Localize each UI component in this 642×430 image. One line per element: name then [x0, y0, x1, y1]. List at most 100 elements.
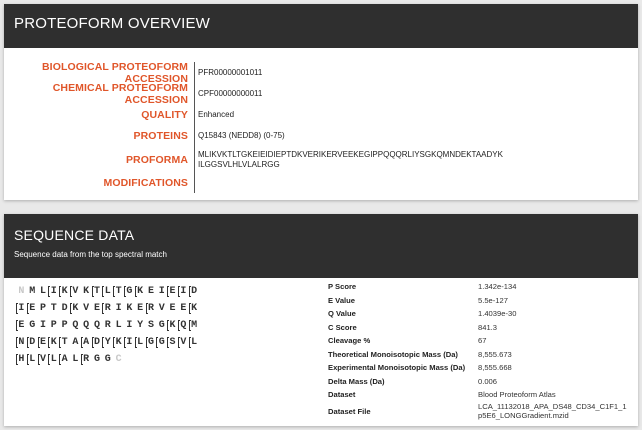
- spectral-match-stats: P Score 1.342e-134 E Value 5.5e-127 Q Value 1…: [328, 280, 628, 421]
- residue: S: [167, 335, 178, 352]
- residue: P: [61, 320, 68, 331]
- residue: I: [48, 284, 59, 301]
- residue: G: [158, 320, 165, 331]
- overview-row-quality: QUALITY Enhanced: [4, 104, 638, 126]
- residue: I: [126, 320, 133, 331]
- residue: K: [167, 318, 178, 335]
- modifications-label: MODIFICATIONS: [103, 177, 188, 189]
- sequence-residue-map: NMLIKVKTLTGKEIEIDIEPTDKVERIKERVEEKEGIPPQ…: [16, 284, 316, 369]
- stat-label: C Score: [328, 322, 357, 332]
- proteoform-overview-card: PROTEOFORM OVERVIEW BIOLOGICAL PROTEOFOR…: [4, 4, 638, 200]
- residue: V: [158, 303, 165, 314]
- residue: E: [180, 303, 187, 314]
- residue: L: [102, 284, 113, 301]
- residue: G: [156, 335, 167, 352]
- residue: E: [169, 303, 176, 314]
- proforma-label: PROFORMA: [125, 153, 188, 166]
- bio-accession-value: PFR00000001011: [194, 62, 638, 84]
- residue: R: [145, 301, 157, 318]
- residue: E: [167, 284, 178, 301]
- stat-row: Dataset Blood Proteoform Atlas: [328, 388, 628, 402]
- sequence-title: SEQUENCE DATA: [14, 227, 135, 243]
- residue: G: [104, 354, 111, 365]
- stat-row: Q Value 1.4039e-30: [328, 307, 628, 321]
- residue: Q: [83, 320, 90, 331]
- residue: G: [123, 284, 135, 301]
- stat-value: LCA_11132018_APA_DS48_CD34_C1F1_1 p5E6_L…: [478, 401, 627, 421]
- residue: G: [145, 335, 157, 352]
- residue: P: [50, 320, 57, 331]
- residue: D: [91, 335, 103, 352]
- residue: I: [39, 320, 46, 331]
- residue: L: [115, 320, 122, 331]
- stat-row: Theoretical Monoisotopic Mass (Da) 8,555.…: [328, 348, 628, 362]
- residue: M: [188, 318, 200, 335]
- overview-table: BIOLOGICAL PROTEOFORM ACCESSION PFR00000…: [4, 61, 638, 193]
- sequence-row: NMLIKVKTLTGKEIEID: [16, 284, 316, 301]
- overview-row-modifications: MODIFICATIONS: [4, 173, 638, 193]
- proteins-label: PROTEINS: [133, 130, 188, 142]
- residue: G: [29, 320, 36, 331]
- stat-value: 8,555.673: [478, 349, 512, 359]
- stat-label: Experimental Monoisotopic Mass (Da): [328, 363, 466, 373]
- residue: H: [16, 352, 27, 369]
- residue: C: [115, 354, 122, 365]
- residue: E: [37, 335, 49, 352]
- residue: E: [137, 303, 144, 314]
- residue: K: [113, 335, 124, 352]
- residue: P: [39, 303, 46, 314]
- residue: R: [104, 320, 111, 331]
- proteins-value: Q15843 (NEDD8) (0-75): [194, 126, 638, 146]
- stat-label: P Score: [328, 282, 357, 292]
- sequence-row: HLVLALRGGC: [16, 352, 316, 369]
- stat-label: Dataset: [328, 390, 356, 400]
- residue: K: [59, 284, 70, 301]
- residue: E: [147, 286, 154, 297]
- stat-value: 8,555.668: [478, 363, 512, 372]
- residue: Y: [102, 335, 113, 352]
- stat-label: E Value: [328, 295, 356, 305]
- overview-header: PROTEOFORM OVERVIEW: [4, 4, 638, 48]
- residue: R: [80, 352, 92, 369]
- residue: D: [188, 284, 200, 301]
- overview-row-proforma: PROFORMA MLIKVKTLTGKEIEIDIEPTDKVERIKERVE…: [4, 146, 638, 173]
- stat-row: Cleavage % 67: [328, 334, 628, 348]
- stat-label: Cleavage %: [328, 336, 371, 346]
- sequence-row: NDEKTAADYKILGGSVL: [16, 335, 316, 352]
- residue: R: [102, 301, 113, 318]
- stat-row: Dataset File LCA_11132018_APA_DS48_CD34_C…: [328, 402, 628, 421]
- sequence-row: IEPTDKVERIKERVEEK: [16, 301, 316, 318]
- residue: T: [113, 284, 124, 301]
- residue: N: [16, 335, 27, 352]
- residue: N: [18, 286, 25, 297]
- stat-value: 1.4039e-30: [478, 309, 517, 318]
- stat-row: C Score 841.3: [328, 321, 628, 335]
- residue: T: [59, 335, 70, 352]
- residue: K: [48, 335, 59, 352]
- residue: L: [39, 286, 46, 297]
- quality-value: Enhanced: [194, 104, 638, 126]
- stat-row: Delta Mass (Da) 0.006: [328, 375, 628, 389]
- overview-title: PROTEOFORM OVERVIEW: [14, 15, 211, 32]
- residue: E: [93, 303, 100, 314]
- residue: A: [80, 335, 92, 352]
- residue: Y: [137, 320, 144, 331]
- residue: K: [188, 301, 200, 318]
- residue: V: [69, 284, 81, 301]
- residue: S: [147, 320, 154, 331]
- stat-value: 5.5e-127: [478, 295, 508, 305]
- overview-row-chem-accession: CHEMICAL PROTEOFORM ACCESSION CPF0000000…: [4, 82, 638, 106]
- residue: K: [83, 286, 90, 297]
- residue: Q: [72, 320, 79, 331]
- residue: A: [59, 352, 70, 369]
- chem-accession-value: CPF00000000011: [194, 84, 638, 104]
- sequence-data-card: SEQUENCE DATA Sequence data from the top…: [4, 214, 638, 426]
- chem-accession-label: CHEMICAL PROTEOFORM ACCESSION: [52, 82, 188, 106]
- stat-value: 1.342e-134: [478, 282, 517, 291]
- residue: L: [188, 335, 200, 352]
- residue: L: [72, 354, 79, 365]
- sequence-row: EGIPPQQQRLIYSGKQM: [16, 318, 316, 335]
- residue: L: [26, 352, 38, 369]
- stat-label: Dataset File: [328, 406, 371, 416]
- residue: L: [134, 335, 146, 352]
